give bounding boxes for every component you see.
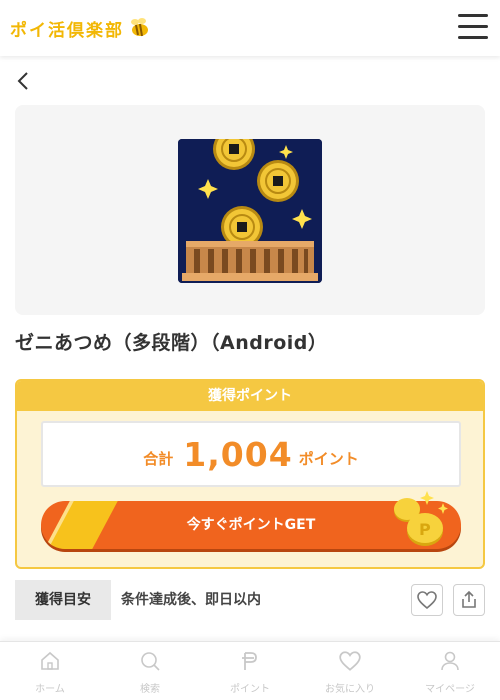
total-value: 1,004 bbox=[183, 434, 293, 474]
back-button[interactable] bbox=[14, 70, 34, 92]
hamburger-menu-icon[interactable] bbox=[458, 14, 488, 40]
search-icon bbox=[141, 652, 160, 671]
share-button[interactable] bbox=[453, 584, 485, 616]
heart-icon bbox=[417, 591, 437, 610]
total-points-box: 合計 1,004 ポイント bbox=[41, 421, 461, 487]
offer-title: ゼニあつめ（多段階）（Android） bbox=[15, 332, 328, 354]
nav-label: 検索 bbox=[140, 684, 160, 695]
share-icon bbox=[462, 590, 476, 608]
home-icon bbox=[41, 651, 59, 670]
nav-label: ポイント bbox=[230, 684, 270, 695]
p-coins-icon: P bbox=[394, 491, 448, 546]
total-label: 合計 bbox=[143, 449, 174, 468]
nav-point[interactable]: ポイント bbox=[200, 642, 300, 700]
nav-search[interactable]: 検索 bbox=[100, 642, 200, 700]
points-header: 獲得ポイント bbox=[17, 381, 483, 411]
bee-icon bbox=[131, 18, 148, 37]
total-unit: ポイント bbox=[298, 449, 359, 468]
bottom-nav: ホーム 検索 ポイント お気に入り マイページ bbox=[0, 641, 500, 700]
nav-favorites[interactable]: お気に入り bbox=[300, 642, 400, 700]
logo[interactable]: ポイ活倶楽部 bbox=[10, 14, 151, 42]
estimate-text: 条件達成後、即日以内 bbox=[121, 592, 261, 608]
nav-mypage[interactable]: マイページ bbox=[400, 642, 500, 700]
chevron-left-icon bbox=[17, 72, 28, 90]
points-panel: 獲得ポイント 合計 1,004 ポイント 今すぐポイントGET P bbox=[15, 379, 485, 569]
nav-home[interactable]: ホーム bbox=[0, 642, 100, 700]
heart-icon bbox=[339, 651, 361, 671]
offer-image-card bbox=[15, 105, 485, 315]
nav-label: ホーム bbox=[35, 684, 65, 695]
coins-and-wooden-box-app-icon bbox=[178, 139, 322, 283]
favorite-button[interactable] bbox=[411, 584, 443, 616]
header: ポイ活倶楽部 bbox=[0, 0, 500, 56]
estimate-label: 獲得目安 bbox=[15, 580, 111, 620]
nav-label: マイページ bbox=[425, 684, 475, 695]
svg-text:P: P bbox=[419, 520, 431, 539]
point-p-icon bbox=[242, 652, 257, 670]
logo-text: ポイ活倶楽部 bbox=[10, 20, 124, 41]
nav-label: お気に入り bbox=[325, 684, 375, 695]
person-icon bbox=[441, 651, 459, 671]
